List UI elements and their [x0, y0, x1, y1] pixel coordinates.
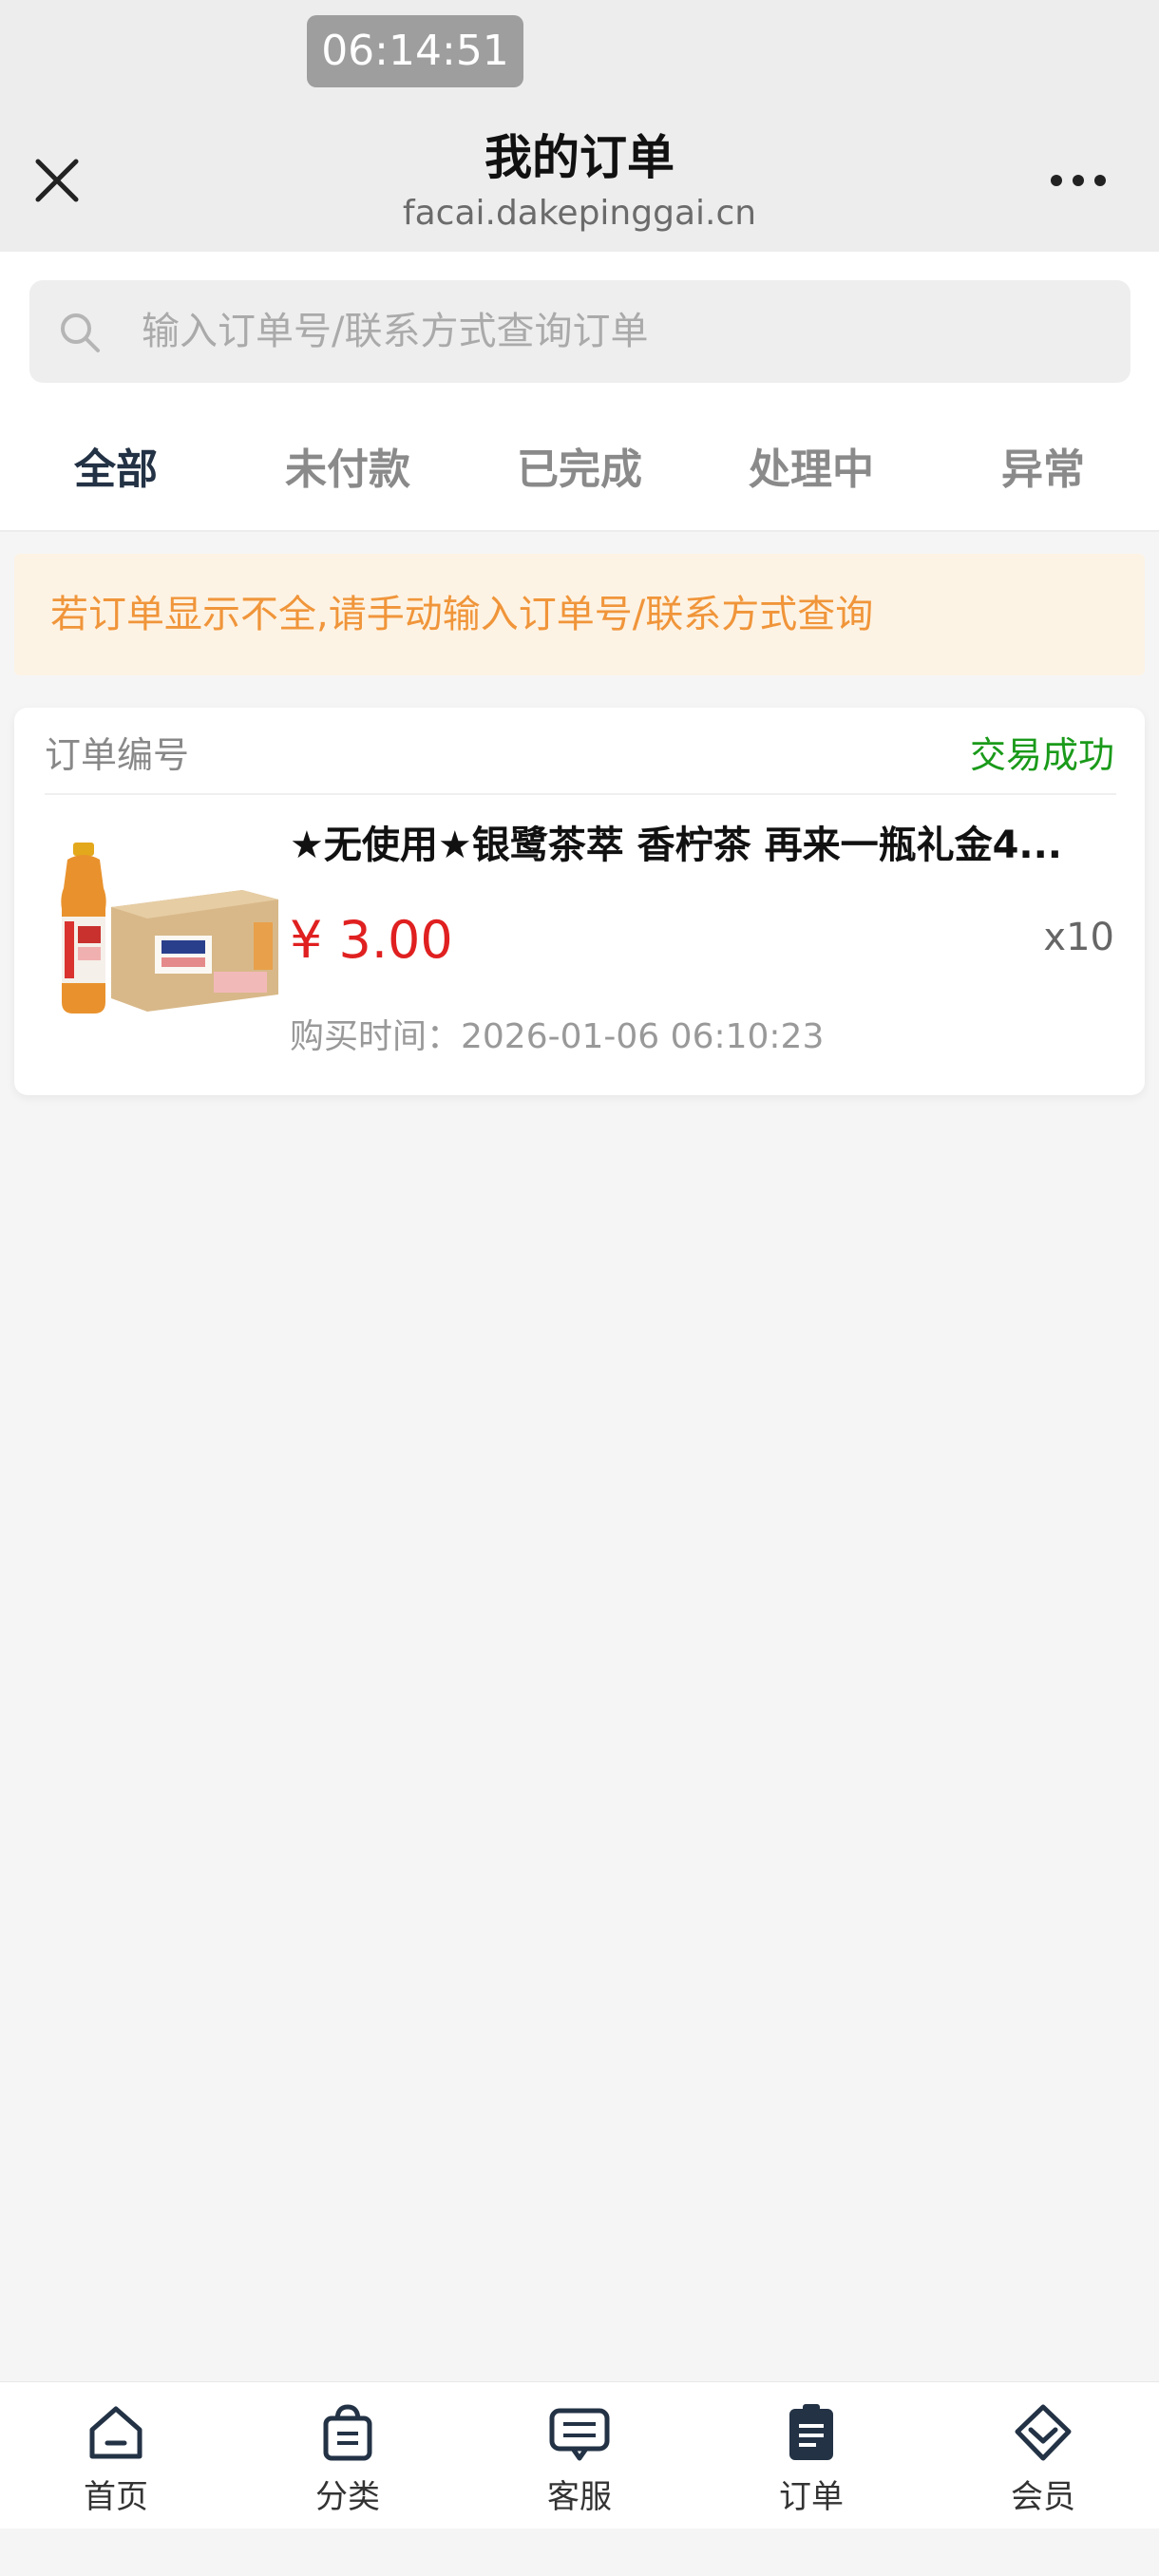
page: 06:14:51 我的订单 facai.dakepinggai.cn 输入订单号… [0, 0, 1159, 2576]
more-dots-icon [1051, 175, 1106, 186]
nav-category[interactable]: 分类 [232, 2382, 464, 2529]
nav-orders[interactable]: 订单 [695, 2382, 927, 2529]
nav-home[interactable]: 首页 [0, 2382, 232, 2529]
tab-completed[interactable]: 已完成 [464, 394, 695, 532]
purchase-time: 购买时间：2026-01-06 06:10:23 [290, 1017, 825, 1056]
chat-icon [549, 2408, 610, 2461]
tab-all[interactable]: 全部 [0, 394, 232, 532]
order-number-label: 订单编号 [45, 734, 190, 776]
home-icon [89, 2406, 142, 2459]
product-quantity: x10 [1043, 916, 1114, 959]
tab-processing[interactable]: 处理中 [695, 394, 927, 532]
shopping-bag-icon [323, 2404, 372, 2461]
nav-member[interactable]: 会员 [927, 2382, 1159, 2529]
status-clock: 06:14:51 [307, 15, 523, 87]
nav-service[interactable]: 客服 [464, 2382, 695, 2529]
search-icon [61, 313, 100, 352]
bottom-nav: 首页 分类 客服 订单 会员 [0, 2381, 1159, 2529]
order-card[interactable]: 订单编号 交易成功 ★无使用★银鹭茶萃 香柠茶 再来一瓶礼金4... ¥ 3.0… [14, 708, 1145, 1095]
order-status: 交易成功 [969, 734, 1114, 776]
more-button[interactable] [1045, 161, 1112, 199]
product-thumbnail [61, 843, 278, 1013]
page-title: 我的订单 [484, 130, 674, 185]
search-section [0, 252, 1159, 394]
nav-label-home: 首页 [84, 2478, 148, 2516]
diamond-icon [1015, 2404, 1072, 2461]
product-name[interactable]: ★无使用★银鹭茶萃 香柠茶 再来一瓶礼金4... [290, 817, 1126, 874]
nav-label-service: 客服 [547, 2478, 612, 2516]
tab-unpaid[interactable]: 未付款 [232, 394, 464, 532]
nav-label-member: 会员 [1011, 2478, 1075, 2516]
tab-abnormal[interactable]: 异常 [927, 394, 1159, 532]
notice-banner: 若订单显示不全,请手动输入订单号/联系方式查询 [14, 554, 1145, 675]
search-box[interactable] [29, 280, 1130, 383]
page-domain: facai.dakepinggai.cn [402, 194, 757, 233]
top-bar: 06:14:51 我的订单 facai.dakepinggai.cn [0, 0, 1159, 252]
search-input[interactable] [142, 280, 1092, 383]
nav-label-orders: 订单 [779, 2478, 844, 2516]
nav-label-category: 分类 [315, 2478, 380, 2516]
order-tabs: 全部 未付款 已完成 处理中 异常 [0, 394, 1159, 532]
card-divider [45, 793, 1116, 795]
clipboard-icon [789, 2404, 833, 2460]
product-price: ¥ 3.00 [290, 910, 453, 970]
